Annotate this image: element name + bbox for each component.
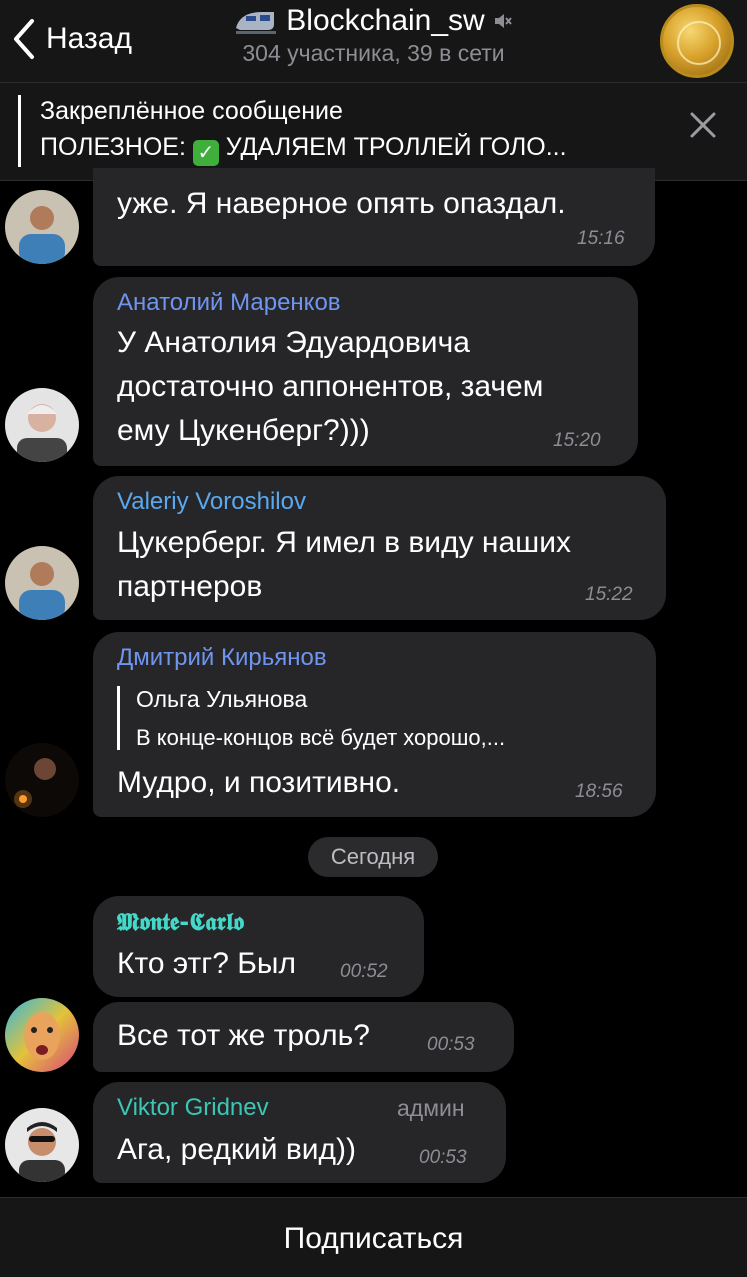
avatar-valeriy[interactable] [5,190,79,264]
admin-badge: админ [397,1095,465,1121]
message-text: Мудро, и позитивно. [117,766,401,799]
avatar-viktor[interactable] [5,1108,79,1182]
chevron-left-icon [14,19,34,59]
avatar-monte-carlo[interactable] [5,998,79,1072]
chat-header: Назад Blockchain_sw 304 участника, 39 в … [0,0,747,83]
avatar-valeriy[interactable] [5,546,79,620]
message-text: Кто этг? Был [117,947,297,980]
reply-sender: Ольга Ульянова [136,686,308,712]
sender-name: 𝕸𝖔𝖓𝖙𝖊-𝕮𝖆𝖗𝖑𝖔 [117,908,245,936]
message-bubble[interactable]: уже. Я наверное опять опаздал. 15:16 [93,168,655,266]
avatar-anatoliy[interactable] [5,388,79,462]
pinned-text-suffix: УДАЛЯЕМ ТРОЛЛЕЙ ГОЛО... [225,133,567,161]
pinned-message-bar[interactable]: Закреплённое сообщение ПОЛЕЗНОЕ: ✓ УДАЛЯ… [0,83,747,181]
close-icon[interactable] [689,111,717,139]
sender-name: Дмитрий Кирьянов [117,644,327,671]
message-time: 15:20 [553,430,601,451]
message-line: партнеров [117,570,263,603]
sender-name: Viktor Gridnev [117,1094,269,1121]
train-icon [236,12,277,34]
message-line: Цукерберг. Я имел в виду наших [117,526,571,559]
message-bubble[interactable]: Анатолий Маренков У Анатолия Эдуардовича… [93,277,638,466]
chat-title: Blockchain_sw [286,4,485,37]
reply-text: В конце-концов всё будет хорошо,... [136,725,506,750]
message-line: У Анатолия Эдуардовича [117,326,470,359]
pinned-text-prefix: ПОЛЕЗНОЕ: [40,133,186,161]
back-label: Назад [46,22,132,55]
message-time: 18:56 [575,781,623,802]
group-avatar[interactable] [660,4,734,78]
message-text: уже. Я наверное опять опаздал. [117,187,566,220]
message-time: 00:53 [419,1147,467,1168]
message-bubble[interactable]: Viktor Gridnev админ Ага, редкий вид)) 0… [93,1082,506,1183]
message-line: ему Цукенберг?))) [117,414,370,447]
message-bubble[interactable]: Valeriy Voroshilov Цукерберг. Я имел в в… [93,476,666,620]
pinned-indicator [18,95,21,167]
message-bubble[interactable]: Дмитрий Кирьянов Ольга Ульянова В конце-… [93,632,656,817]
sender-name: Анатолий Маренков [117,289,341,316]
pinned-text: ПОЛЕЗНОЕ: ✓ УДАЛЯЕМ ТРОЛЛЕЙ ГОЛО... [40,133,680,166]
message-text: Цукерберг. Я имел в виду наших партнеров [117,521,571,609]
message-text: У Анатолия Эдуардовича достаточно аппоне… [117,321,543,453]
pinned-title: Закреплённое сообщение [40,97,343,125]
sender-name: Valeriy Voroshilov [117,488,306,515]
message-text: Ага, редкий вид)) [117,1133,357,1166]
message-line: достаточно аппонентов, зачем [117,370,544,403]
message-bubble[interactable]: 𝕸𝖔𝖓𝖙𝖊-𝕮𝖆𝖗𝖑𝖔 Кто этг? Был 00:52 [93,896,424,997]
message-time: 15:22 [585,584,633,605]
bottom-bar: Подписаться [0,1197,747,1277]
date-separator: Сегодня [308,837,438,877]
avatar-dmitriy[interactable] [5,743,79,817]
member-count: 304 участника, 39 в сети [242,40,505,66]
message-time: 00:53 [427,1034,475,1055]
reply-indicator [117,686,120,750]
message-bubble[interactable]: Все тот же троль? 00:53 [93,1002,514,1072]
muted-icon [494,14,512,28]
back-button[interactable]: Назад [12,14,132,64]
message-time: 00:52 [340,961,388,982]
subscribe-button[interactable]: Подписаться [0,1222,747,1256]
message-text: Все тот же троль? [117,1019,370,1052]
check-mark-icon: ✓ [192,140,219,166]
chat-title-area[interactable]: Blockchain_sw 304 участника, 39 в сети [200,4,547,67]
message-time: 15:16 [577,228,625,249]
